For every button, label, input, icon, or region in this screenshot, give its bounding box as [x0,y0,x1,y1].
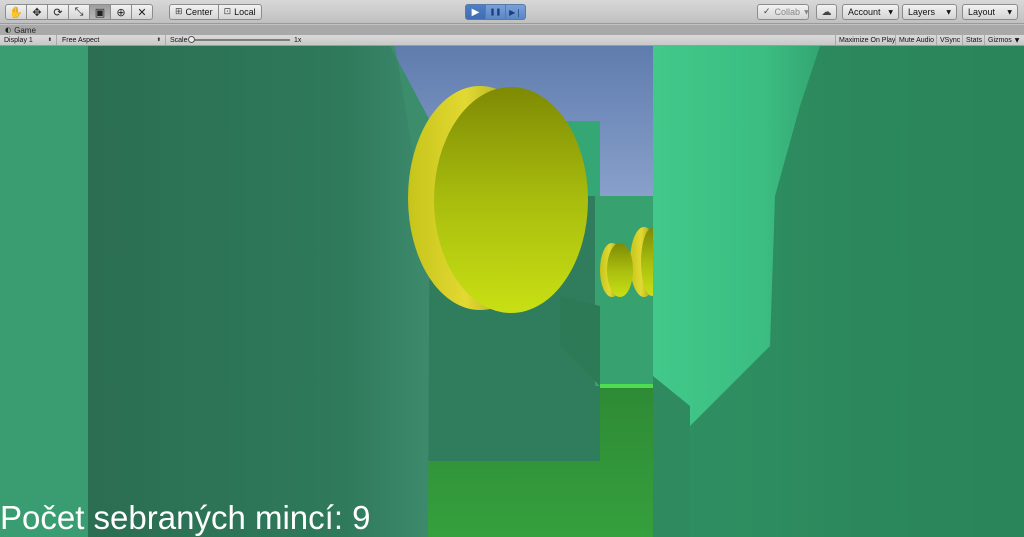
pivot-center-label: Center [185,7,213,17]
display-label: Display 1 [4,36,33,44]
layout-label: Layout [968,7,996,17]
play-icon[interactable]: ▶ [465,4,486,20]
scale-value: 1x [294,36,302,44]
layers-dropdown[interactable]: Layers ▼ [902,4,957,20]
custom-tool-icon[interactable]: ✕ [131,4,153,20]
left-light-wall [0,46,88,537]
scale-slider-handle[interactable] [188,36,195,43]
pivot-center-button[interactable]: ⊞ Center [169,4,219,20]
cloud-button[interactable]: ☁ [816,4,837,20]
layout-dropdown[interactable]: Layout ▼ [962,4,1018,20]
updown-arrows-icon: ⬍ [156,37,161,43]
chevron-down-icon: ▼ [1007,8,1012,16]
tab-bar: ◐ Game [0,25,1024,35]
aspect-label: Free Aspect [62,36,100,44]
collab-label: Collab [774,7,801,17]
game-view-controls: Display 1 ⬍ Free Aspect ⬍ Scale 1x Maxim… [0,35,1024,46]
chevron-down-icon: ▼ [888,8,893,16]
tab-game-label: Game [14,25,36,35]
chevron-down-icon: ▼ [946,8,951,16]
transform-tool-icon[interactable]: ⊕ [110,4,132,20]
pivot-local-button[interactable]: ⊡ Local [217,4,262,20]
transform-tools: ✋ ✥ ⟳ ⤡ ▣ ⊕ ✕ [5,4,153,20]
step-icon[interactable]: ▶❘ [505,4,526,20]
aspect-dropdown[interactable]: Free Aspect ⬍ [58,35,166,45]
mute-audio-toggle[interactable]: Mute Audio [895,35,937,45]
scale-slider-track[interactable] [190,39,290,41]
move-tool-icon[interactable]: ✥ [26,4,48,20]
small-coin [607,243,633,297]
rect-tool-icon[interactable]: ▣ [89,4,111,20]
vsync-toggle[interactable]: VSync [936,35,963,45]
collab-check-icon: ✓ [763,7,771,17]
scale-tool-icon[interactable]: ⤡ [68,4,90,20]
stats-toggle[interactable]: Stats [962,35,985,45]
gizmos-dropdown[interactable]: Gizmos ▼ [984,35,1024,45]
game-scene [0,46,1024,537]
gizmos-label: Gizmos [988,36,1012,44]
account-dropdown[interactable]: Account ▼ [842,4,899,20]
game-tab-icon: ◐ [5,26,12,34]
layers-label: Layers [908,7,936,17]
coin-counter-text: Počet sebraných mincí: 9 [0,499,371,536]
big-coin [434,87,588,313]
display-dropdown[interactable]: Display 1 ⬍ [0,35,57,45]
play-controls: ▶ ❚❚ ▶❘ [465,4,526,20]
pivot-local-label: Local [234,7,256,17]
cloud-icon: ☁ [821,6,832,18]
game-viewport[interactable]: Počet sebraných mincí: 9 [0,46,1024,537]
pivot-center-icon: ⊞ [175,7,183,17]
hand-tool-icon[interactable]: ✋ [5,4,27,20]
tab-game[interactable]: ◐ Game [2,25,62,35]
account-label: Account [848,7,881,17]
maximize-on-play-toggle[interactable]: Maximize On Play [835,35,898,45]
chevron-down-icon: ▼ [804,8,809,16]
chevron-down-icon: ▼ [1014,36,1020,44]
pivot-local-icon: ⊡ [223,7,232,17]
main-toolbar: ✋ ✥ ⟳ ⤡ ▣ ⊕ ✕ ⊞ Center ⊡ Local ▶ ❚❚ ▶❘ ✓… [0,0,1024,24]
pause-icon[interactable]: ❚❚ [485,4,506,20]
floor-edge-glow [600,384,656,388]
updown-arrows-icon: ⬍ [47,37,52,43]
left-wall [88,46,430,537]
pivot-toggles: ⊞ Center ⊡ Local [169,4,262,20]
collab-button[interactable]: ✓ Collab ▼ [757,4,809,20]
rotate-tool-icon[interactable]: ⟳ [47,4,69,20]
